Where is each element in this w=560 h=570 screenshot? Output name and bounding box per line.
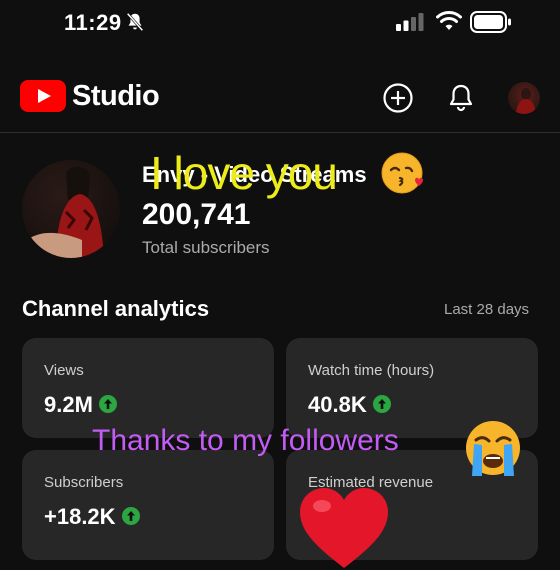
app-bar: Studio <box>0 70 560 133</box>
status-time: 11:29 <box>64 10 122 35</box>
love-sticker-text: I love you <box>150 147 338 199</box>
trend-up-icon <box>98 395 117 414</box>
brand-title[interactable]: Studio <box>72 80 160 113</box>
wifi-icon <box>436 11 462 30</box>
trend-up-icon <box>372 395 391 414</box>
bell-muted-icon <box>126 12 144 32</box>
channel-avatar[interactable] <box>22 160 120 258</box>
analytics-title: Channel analytics <box>22 296 210 321</box>
channel-avatar-image <box>30 166 104 258</box>
account-avatar[interactable] <box>508 82 540 114</box>
thanks-sticker-text: Thanks to my followers <box>92 424 399 457</box>
card-label: Watch time (hours) <box>308 362 435 379</box>
subscribers-card[interactable]: Subscribers +18.2K <box>22 450 274 560</box>
card-value: 9.2M <box>44 392 117 418</box>
status-bar: 11:29 <box>0 0 560 48</box>
watch-time-value: 40.8K <box>308 392 367 417</box>
subscribers-value: +18.2K <box>44 504 116 529</box>
kissing-face-emoji <box>381 152 423 194</box>
analytics-period[interactable]: Last 28 days <box>444 301 529 318</box>
total-subscribers-label: Total subscribers <box>142 238 270 257</box>
red-heart-emoji <box>300 488 388 568</box>
card-value: 40.8K <box>308 392 391 418</box>
views-value: 9.2M <box>44 392 93 417</box>
card-label: Subscribers <box>44 474 124 491</box>
views-card[interactable]: Views 9.2M <box>22 338 274 438</box>
card-value: +18.2K <box>44 504 140 530</box>
card-label: Views <box>44 362 84 379</box>
create-icon[interactable] <box>382 82 414 114</box>
youtube-logo-icon <box>20 80 66 112</box>
crying-face-emoji <box>466 421 520 476</box>
trend-up-icon <box>121 507 140 526</box>
avatar-image <box>516 88 536 114</box>
notifications-icon[interactable] <box>446 82 476 114</box>
battery-icon <box>470 11 511 33</box>
total-subscribers-count: 200,741 <box>142 198 251 231</box>
cellular-signal-icon <box>396 13 424 31</box>
